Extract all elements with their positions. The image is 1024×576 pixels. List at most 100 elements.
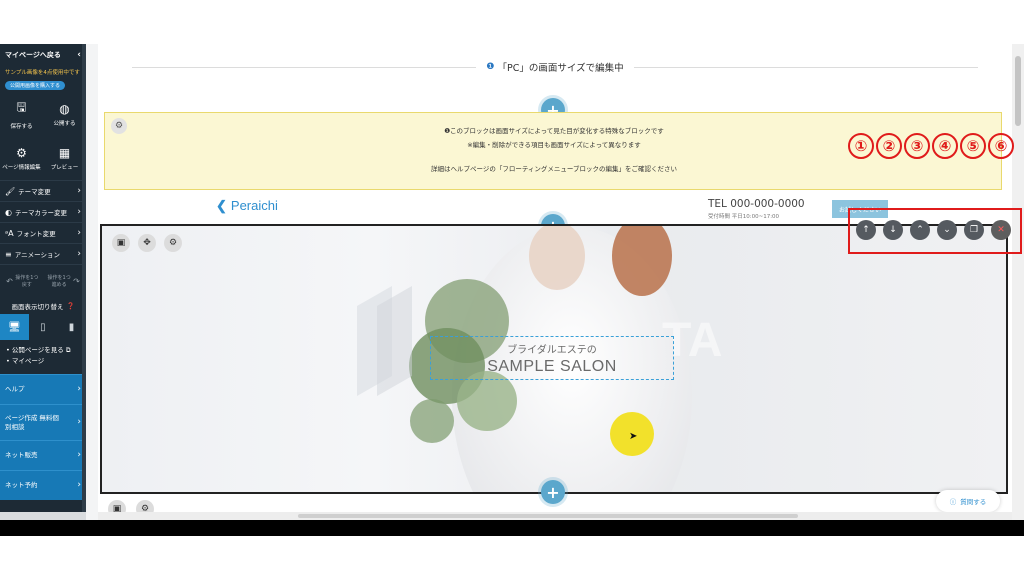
delete-block-button[interactable]: ✕ — [991, 220, 1011, 240]
upgrade-pill[interactable]: 公開用画像を購入する — [0, 78, 86, 92]
hero-caption-main: SAMPLE SALON — [487, 358, 617, 375]
font-icon: ᵃA — [5, 228, 14, 238]
back-to-mypage-link[interactable]: マイページへ戻る ‹ — [0, 44, 86, 66]
change-image-button[interactable]: ▣ — [112, 234, 130, 252]
upgrade-label: 公開用画像を購入する — [5, 80, 66, 90]
help-question-button[interactable]: ⓘ 質問する — [936, 490, 1000, 512]
sidebar-item-net-sales[interactable]: ネット販売 › — [0, 440, 86, 470]
copy-icon: ❐ — [969, 225, 979, 235]
chevron-right-icon: › — [77, 228, 81, 238]
redo-button[interactable]: 操作を1つ進める ↷ — [43, 265, 86, 298]
undo-icon: ↶ — [6, 277, 13, 286]
annotation-number-3: ③ — [904, 133, 930, 159]
sidebar-links: • 公開ページを見る ⧉ • マイページ — [0, 340, 86, 374]
view-public-page-link[interactable]: • 公開ページを見る ⧉ — [6, 345, 86, 356]
back-label: マイページへ戻る — [5, 51, 61, 59]
move-down-button[interactable]: ↓ — [883, 220, 903, 240]
sidebar-item-animation[interactable]: ≡ アニメーション › — [0, 243, 86, 264]
logo-text: Peraichi — [230, 198, 278, 213]
publish-button[interactable]: ◍ 公開する — [43, 92, 86, 136]
link-label: 公開ページを見る — [11, 346, 64, 354]
annotation-number-1: ① — [848, 133, 874, 159]
notice-text: このブロックは画面サイズによって見た目が変化する特殊なブロックです — [450, 127, 664, 135]
save-label: 保存する — [10, 124, 33, 130]
preview-button[interactable]: ▦ プレビュー — [43, 136, 86, 180]
plus-icon: + — [546, 482, 560, 502]
menu-label: フォント変更 — [16, 230, 56, 238]
logo-mark-icon: ❮ — [216, 198, 227, 213]
sidebar-item-theme[interactable]: 🖌 テーマ変更 › — [0, 180, 86, 201]
annotation-number-4: ④ — [932, 133, 958, 159]
notice-line-3: 詳細はヘルプページの「フローティングメニューブロックの編集」をご確認ください — [430, 165, 678, 173]
move-to-top-button[interactable]: ⌃ — [910, 220, 930, 240]
close-icon: ✕ — [997, 225, 1005, 235]
move-to-bottom-button[interactable]: ⌄ — [937, 220, 957, 240]
sidebar-scrollbar[interactable] — [82, 44, 86, 520]
business-hours: 受付時間 平日10:00~17:00 — [708, 214, 780, 220]
tablet-view-button[interactable]: ▯ — [29, 314, 58, 340]
gear-icon: ⚙ — [16, 145, 27, 160]
tablet-icon: ▯ — [40, 321, 46, 333]
desktop-view-button[interactable]: 🖥 — [0, 314, 29, 340]
menu-label: テーマカラー変更 — [14, 209, 67, 217]
hero-caption-sub: ブライダルエステの — [507, 345, 597, 356]
publish-label: 公開する — [53, 120, 76, 127]
notice-line-1: ❶このブロックは画面サイズによって見た目が変化する特殊なブロックです — [105, 125, 1003, 135]
brush-icon: 🖌 — [5, 186, 16, 196]
sidebar-item-net-reserve[interactable]: ネット予約 › — [0, 470, 86, 500]
page-info-button[interactable]: ⚙ ページ情報編集 — [0, 136, 43, 180]
add-block-button[interactable]: + — [541, 480, 565, 504]
undo-button[interactable]: ↶ 操作を1つ戻す — [0, 265, 43, 298]
link-label: マイページ — [11, 357, 45, 365]
annotation-number-2: ② — [876, 133, 902, 159]
undo-label: 操作を1つ戻す — [15, 274, 39, 288]
undo-redo-row: ↶ 操作を1つ戻す 操作を1つ進める ↷ — [0, 264, 86, 298]
chevron-right-icon: › — [77, 450, 81, 460]
gear-icon: ⚙ — [168, 238, 178, 248]
redo-icon: ↷ — [73, 277, 80, 286]
save-button[interactable]: 🖫 保存する — [0, 92, 43, 136]
block-toolbar-highlight: ↑ ↓ ⌃ ⌄ ❐ ✕ — [848, 208, 1022, 254]
desktop-icon: 🖥 — [7, 321, 21, 333]
sidebar-item-consult[interactable]: ページ作成 無料個別相談 › — [0, 404, 86, 440]
preview-label: プレビュー — [50, 164, 79, 171]
net-sales-label: ネット販売 — [5, 451, 38, 459]
hero-image-block[interactable]: TA ▣ ✥ ⚙ ブライダルエステの SAMPLE SALON ➤ — [100, 224, 1008, 494]
calculator-icon: ▦ — [58, 145, 71, 160]
annotation-number-6: ⑥ — [988, 133, 1014, 159]
mouse-cursor-icon: ➤ — [629, 431, 638, 442]
menu-label: テーマ変更 — [18, 188, 51, 196]
move-up-button[interactable]: ↑ — [856, 220, 876, 240]
pc-size-label: 「PC」の画面サイズで編集中 — [497, 63, 624, 74]
duplicate-block-button[interactable]: ❐ — [964, 220, 984, 240]
image-icon: ▣ — [116, 238, 126, 248]
save-icon: 🖫 — [16, 100, 27, 114]
editor-canvas: ❶ 「PC」の画面サイズで編集中 + ⚙ ❶このブロックは画面サイズによって見た… — [98, 44, 1012, 520]
sidebar-item-help[interactable]: ヘルプ › — [0, 374, 86, 404]
tel-number: TEL 000-000-0000 — [708, 198, 805, 210]
arrow-up-icon: ↑ — [862, 225, 870, 235]
block-settings-button[interactable]: ⚙ — [164, 234, 182, 252]
info-icon: ❶ — [486, 62, 495, 72]
display-switch-label: 画面表示切り替え — [11, 303, 64, 311]
net-reserve-label: ネット予約 — [5, 481, 38, 489]
sidebar-item-theme-color[interactable]: ◐ テーマカラー変更 › — [0, 201, 86, 222]
sidebar-action-grid-2: ⚙ ページ情報編集 ▦ プレビュー — [0, 136, 86, 180]
scroll-thumb[interactable] — [298, 514, 798, 518]
hero-caption-box[interactable]: ブライダルエステの SAMPLE SALON — [430, 336, 674, 380]
sidebar-horizontal-scrollbar[interactable] — [0, 512, 86, 520]
site-logo[interactable]: ❮ Peraichi — [216, 198, 278, 214]
scroll-thumb[interactable] — [1015, 56, 1021, 126]
chevron-right-icon: › — [77, 249, 81, 259]
horizontal-scrollbar[interactable] — [98, 512, 1012, 520]
device-switcher: 🖥 ▯ ▮ — [0, 314, 86, 340]
sidebar-action-grid: 🖫 保存する ◍ 公開する — [0, 92, 86, 136]
mypage-link[interactable]: • マイページ — [6, 356, 86, 367]
help-button-label: 質問する — [960, 498, 987, 506]
redo-label: 操作を1つ進める — [47, 274, 71, 288]
sidebar-item-font[interactable]: ᵃA フォント変更 › — [0, 222, 86, 243]
question-icon: ⓘ — [949, 498, 957, 506]
vertical-scrollbar[interactable] — [1012, 44, 1024, 520]
globe-icon: ◍ — [59, 101, 70, 116]
move-block-handle[interactable]: ✥ — [138, 234, 156, 252]
